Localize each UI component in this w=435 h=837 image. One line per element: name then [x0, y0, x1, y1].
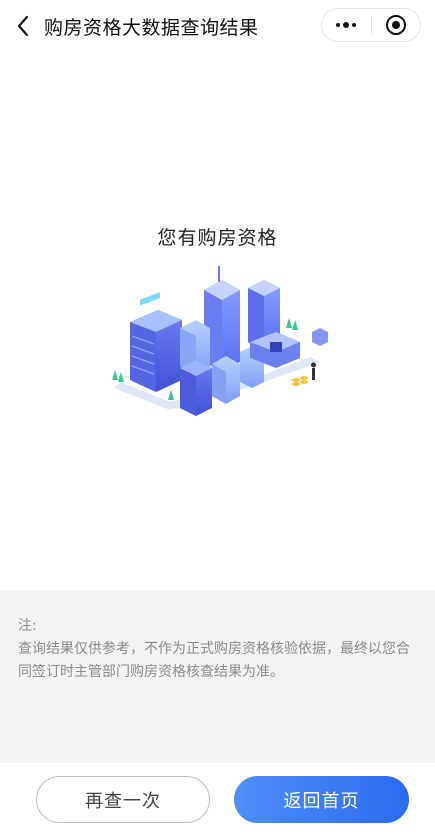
note-label: 注: — [18, 618, 37, 634]
chevron-left-icon — [17, 15, 29, 37]
page-title: 购房资格大数据查询结果 — [44, 17, 259, 39]
bottom-action-bar: 再查一次 返回首页 — [0, 763, 435, 837]
more-dots-icon — [336, 22, 357, 28]
close-miniprogram-button[interactable] — [372, 9, 421, 41]
result-title: 您有购房资格 — [157, 227, 278, 249]
navigation-bar: 购房资格大数据查询结果 — [0, 0, 435, 52]
note-text: 查询结果仅供参考，不作为正式购房资格核验依据，最终以您合同签订时主管部门购房资格… — [18, 641, 410, 680]
target-circle-icon — [385, 15, 406, 35]
back-home-button[interactable]: 返回首页 — [234, 776, 409, 823]
mini-program-capsule — [321, 8, 421, 42]
more-button[interactable] — [322, 9, 371, 41]
back-button[interactable] — [8, 10, 38, 42]
query-again-button[interactable]: 再查一次 — [36, 776, 210, 823]
city-buildings-illustration — [112, 266, 328, 416]
note-panel: 注: 查询结果仅供参考，不作为正式购房资格核验依据，最终以您合同签订时主管部门购… — [0, 590, 435, 763]
